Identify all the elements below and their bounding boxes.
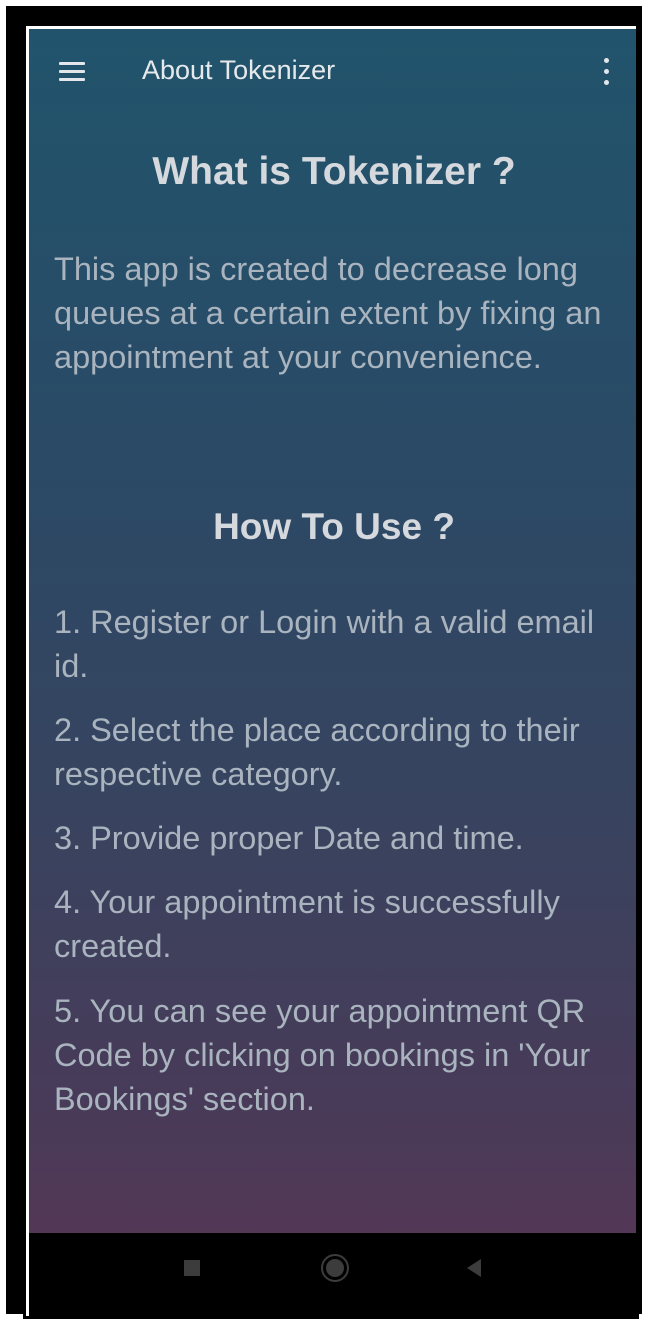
home-circle-icon[interactable] bbox=[321, 1254, 349, 1282]
usage-step-1: 1. Register or Login with a valid email … bbox=[54, 604, 595, 684]
hamburger-menu-icon[interactable] bbox=[57, 57, 87, 87]
usage-step-5: 5. You can see your appointment QR Code … bbox=[54, 993, 591, 1117]
system-navigation-bar bbox=[29, 1233, 636, 1316]
phone-screen: About Tokenizer What is Tokenizer ? This… bbox=[29, 29, 636, 1316]
how-to-use-heading: How To Use ? bbox=[213, 506, 455, 547]
about-page-content: About Tokenizer What is Tokenizer ? This… bbox=[29, 29, 636, 1233]
about-heading: What is Tokenizer ? bbox=[152, 150, 516, 193]
usage-step-4: 4. Your appointment is successfully crea… bbox=[54, 884, 560, 964]
page-title: About Tokenizer bbox=[142, 55, 336, 85]
usage-step-2: 2. Select the place according to their r… bbox=[54, 712, 580, 792]
screenshot-inner-frame: About Tokenizer What is Tokenizer ? This… bbox=[23, 23, 639, 1319]
back-triangle-icon[interactable] bbox=[467, 1259, 481, 1277]
usage-step-3: 3. Provide proper Date and time. bbox=[54, 820, 524, 856]
more-vert-icon[interactable] bbox=[596, 55, 616, 89]
about-description: This app is created to decrease long que… bbox=[54, 251, 602, 375]
screenshot-outer-frame: About Tokenizer What is Tokenizer ? This… bbox=[6, 6, 642, 1319]
app-bar: About Tokenizer bbox=[29, 29, 636, 121]
recents-square-icon[interactable] bbox=[184, 1260, 200, 1276]
